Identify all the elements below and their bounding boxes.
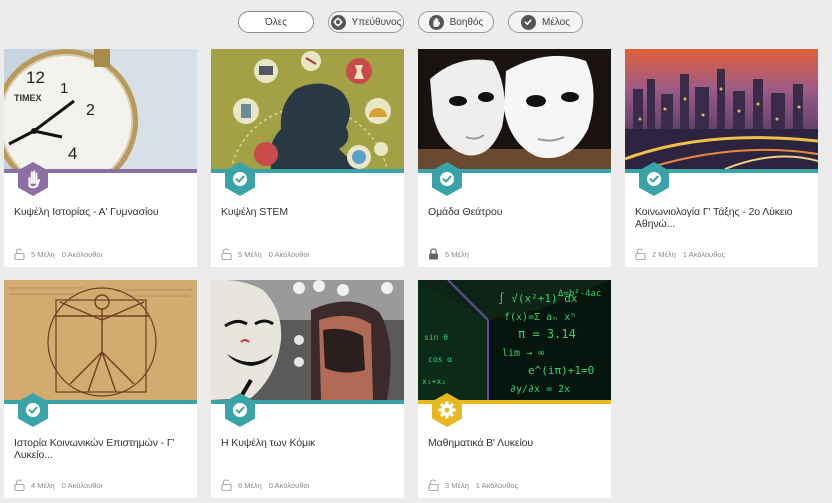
group-stats: 2 Μέλη 1 Ακόλουθος <box>635 248 725 260</box>
svg-text:lim → ∞: lim → ∞ <box>502 348 544 359</box>
members-count: 5 Μέλη <box>238 249 262 259</box>
group-card[interactable]: ∫ √(x²+1) dx f(x)=Σ aₙ xⁿ π = 3.14 lim →… <box>418 280 611 498</box>
members-count: 5 Μέλη <box>445 249 469 259</box>
svg-text:∂y/∂x = 2x: ∂y/∂x = 2x <box>510 384 570 395</box>
group-title[interactable]: Κυψέλη STEM <box>221 206 397 218</box>
check-icon <box>520 14 536 30</box>
group-card[interactable]: Κυψέλη STEM 5 Μέλη 0 Ακόλουθοι <box>211 49 404 267</box>
svg-text:f(x)=Σ aₙ xⁿ: f(x)=Σ aₙ xⁿ <box>504 312 576 323</box>
filter-owner-button[interactable]: Υπεύθυνος <box>328 11 404 33</box>
members-count: 5 Μέλη <box>31 249 55 259</box>
group-title[interactable]: Η Κυψέλη των Κόμικ <box>221 437 397 449</box>
check-icon <box>431 161 463 197</box>
unlock-icon <box>14 479 25 491</box>
group-cover-image-comic <box>211 280 404 400</box>
group-cover-image-stem <box>211 49 404 169</box>
members-count: 6 Μέλη <box>238 480 262 490</box>
followers-count: 0 Ακόλουθοι <box>61 480 103 490</box>
group-cover-image-vitruvian <box>4 280 197 400</box>
group-card[interactable]: Ομάδα Θεάτρου 5 Μέλη <box>418 49 611 267</box>
group-stats: 4 Μέλη 0 Ακόλουθοι <box>14 479 102 491</box>
group-card[interactable]: 12 1 2 4 TIMEX Κυψέλη Ιστορίας - Α' Γυμν… <box>4 49 197 267</box>
filter-assistant-button[interactable]: Βοηθός <box>418 11 494 33</box>
group-title[interactable]: Μαθηματικά Β' Λυκείου <box>428 437 604 449</box>
unlock-icon <box>428 479 439 491</box>
group-card[interactable]: Κοινωνιολογία Γ' Τάξης - 2ο Λύκειο Αθηνώ… <box>625 49 818 267</box>
svg-text:x₁+x₂: x₁+x₂ <box>422 377 446 386</box>
check-icon <box>224 392 256 428</box>
svg-text:e^(iπ)+1=0: e^(iπ)+1=0 <box>528 364 594 377</box>
gear-icon <box>330 14 346 30</box>
svg-text:sin θ: sin θ <box>424 333 448 342</box>
group-title[interactable]: Ομάδα Θεάτρου <box>428 206 604 218</box>
check-icon <box>224 161 256 197</box>
group-card[interactable]: Η Κυψέλη των Κόμικ 6 Μέλη 0 Ακόλουθοι <box>211 280 404 498</box>
group-stats: 6 Μέλη 0 Ακόλουθοι <box>221 479 309 491</box>
followers-count: 0 Ακόλουθοι <box>268 480 310 490</box>
group-card[interactable]: Ιστορία Κοινωνικών Επιστημών - Γ' Λυκείο… <box>4 280 197 498</box>
unlock-icon <box>221 479 232 491</box>
gear-icon <box>431 392 463 428</box>
check-icon <box>17 392 49 428</box>
members-count: 2 Μέλη <box>652 249 676 259</box>
group-cover-image-clock: 12 1 2 4 TIMEX <box>4 49 197 169</box>
group-title[interactable]: Ιστορία Κοινωνικών Επιστημών - Γ' Λυκείο… <box>14 437 190 461</box>
group-stats: 5 Μέλη 0 Ακόλουθοι <box>14 248 102 260</box>
followers-count: 0 Ακόλουθοι <box>268 249 310 259</box>
unlock-icon <box>221 248 232 260</box>
svg-text:12: 12 <box>26 68 45 87</box>
followers-count: 1 Ακόλουθος <box>682 249 726 259</box>
hand-icon <box>428 14 444 30</box>
svg-text:TIMEX: TIMEX <box>14 93 42 103</box>
unlock-icon <box>14 248 25 260</box>
lock-icon <box>428 248 439 260</box>
group-cover-image-math: ∫ √(x²+1) dx f(x)=Σ aₙ xⁿ π = 3.14 lim →… <box>418 280 611 400</box>
group-cover-image-masks <box>418 49 611 169</box>
svg-text:4: 4 <box>68 144 77 163</box>
followers-count: 0 Ακόλουθοι <box>61 249 103 259</box>
group-stats: 5 Μέλη <box>428 248 476 260</box>
filter-all-label: Όλες <box>264 16 288 28</box>
group-title[interactable]: Κοινωνιολογία Γ' Τάξης - 2ο Λύκειο Αθηνώ… <box>635 206 811 230</box>
svg-text:cos α: cos α <box>428 355 452 364</box>
group-title[interactable]: Κυψέλη Ιστορίας - Α' Γυμνασίου <box>14 206 190 218</box>
unlock-icon <box>635 248 646 260</box>
svg-text:Δ=b²-4ac: Δ=b²-4ac <box>558 289 601 299</box>
filter-member-button[interactable]: Μέλος <box>508 11 583 33</box>
hand-icon <box>17 161 49 197</box>
group-stats: 5 Μέλη 0 Ακόλουθοι <box>221 248 309 260</box>
role-filter-bar: Όλες Υπεύθυνος Βοηθός Μέλος <box>0 11 832 33</box>
group-stats: 3 Μέλη 1 Ακόλουθος <box>428 479 518 491</box>
filter-member-label: Μέλος <box>541 16 571 28</box>
filter-assistant-label: Βοηθός <box>449 16 484 28</box>
check-icon <box>638 161 670 197</box>
filter-all-button[interactable]: Όλες <box>238 11 314 33</box>
group-cover-image-city <box>625 49 818 169</box>
members-count: 4 Μέλη <box>31 480 55 490</box>
svg-text:π = 3.14: π = 3.14 <box>518 327 576 341</box>
filter-owner-label: Υπεύθυνος <box>351 16 402 28</box>
members-count: 3 Μέλη <box>445 480 469 490</box>
followers-count: 1 Ακόλουθος <box>475 480 519 490</box>
svg-text:1: 1 <box>60 80 68 97</box>
svg-text:2: 2 <box>86 102 95 119</box>
